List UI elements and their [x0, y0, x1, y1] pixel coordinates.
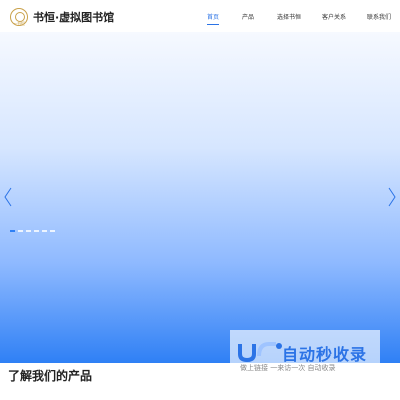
nav-active-underline [207, 24, 219, 25]
watermark-logo-icon [236, 340, 284, 363]
carousel-dot[interactable] [42, 230, 47, 232]
chevron-left-icon[interactable] [3, 187, 13, 207]
carousel-dot[interactable] [50, 230, 55, 232]
carousel-dot[interactable] [34, 230, 39, 232]
logo-tag: 一书恒 [13, 21, 25, 26]
carousel-indicators [10, 230, 55, 232]
nav-home[interactable]: 首页 [207, 12, 219, 21]
watermark-overlay: 自动秒收录 做上链接 一来访一次 自动收录 [230, 330, 380, 376]
site-title[interactable]: 书恒·虚拟图书馆 [33, 9, 114, 25]
carousel-dot[interactable] [18, 230, 23, 232]
chevron-right-icon[interactable] [387, 187, 397, 207]
watermark-slogan: 做上链接 一来访一次 自动收录 [240, 364, 336, 372]
carousel-dot[interactable] [10, 230, 15, 232]
section-title: 了解我们的产品 [8, 369, 93, 383]
nav-products[interactable]: 产品 [242, 12, 254, 21]
site-header: 一书恒 书恒·虚拟图书馆 首页 产品 选择书恒 客户关系 联系我们 [0, 0, 400, 32]
nav-contact[interactable]: 联系我们 [367, 12, 391, 21]
nav-customer-relations[interactable]: 客户关系 [322, 12, 346, 21]
watermark-brand: 自动秒收录 [282, 345, 368, 364]
hero-carousel [0, 32, 400, 363]
nav-choose-us[interactable]: 选择书恒 [277, 12, 301, 21]
carousel-dot[interactable] [26, 230, 31, 232]
